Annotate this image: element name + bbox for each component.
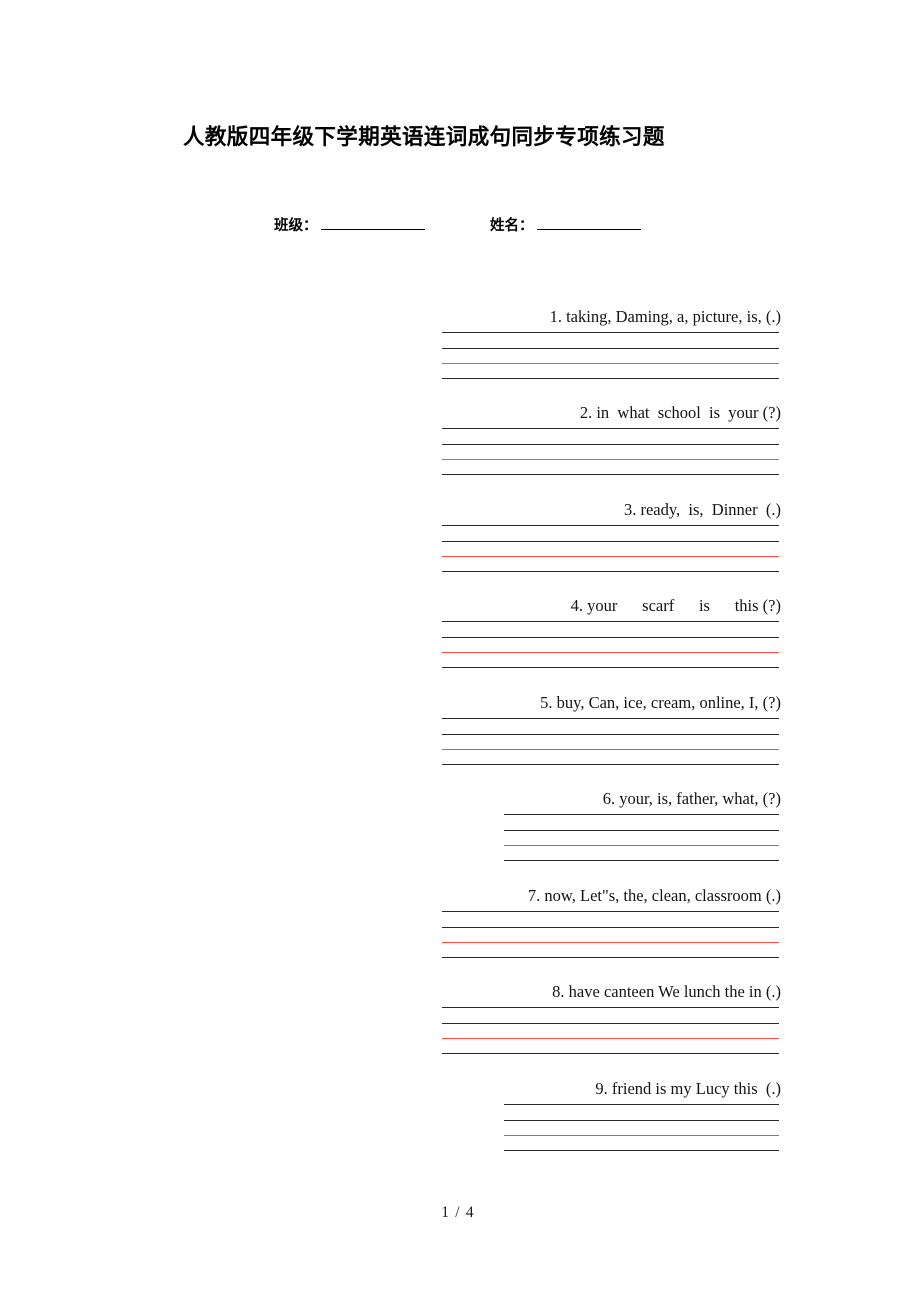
ruled-line-black: [442, 348, 779, 349]
ruled-line-black: [442, 428, 779, 429]
question-prompt: 7. now, Let"s, the, clean, classroom (.): [527, 886, 781, 905]
answer-writing-lines[interactable]: [442, 1007, 779, 1055]
ruled-line-black: [442, 474, 779, 475]
answer-writing-lines[interactable]: [442, 332, 779, 380]
answer-writing-lines[interactable]: [442, 621, 779, 669]
ruled-line-black: [504, 1104, 779, 1105]
ruled-line-red: [442, 942, 779, 943]
question-prompt: 3. ready, is, Dinner (.): [623, 500, 781, 519]
answer-writing-lines[interactable]: [442, 428, 779, 476]
ruled-line-black: [504, 814, 779, 815]
ruled-line-black: [442, 1023, 779, 1024]
ruled-line-black: [504, 1150, 779, 1151]
student-info-header: 班级： 姓名：: [274, 214, 794, 246]
question-prompt: 9. friend is my Lucy this (.): [595, 1079, 781, 1098]
ruled-line-red: [442, 1038, 779, 1039]
ruled-line-red: [442, 749, 779, 750]
ruled-line-black: [442, 621, 779, 622]
ruled-line-black: [442, 332, 779, 333]
answer-writing-lines[interactable]: [504, 1104, 779, 1152]
ruled-line-black: [504, 1120, 779, 1121]
ruled-line-black: [442, 764, 779, 765]
question-prompt: 6. your, is, father, what, (?): [602, 789, 781, 808]
question-prompt: 1. taking, Daming, a, picture, is, (.): [549, 307, 781, 326]
answer-writing-lines[interactable]: [442, 525, 779, 573]
ruled-line-black: [442, 734, 779, 735]
ruled-line-black: [442, 571, 779, 572]
page-footer: 1 / 4: [0, 1204, 920, 1222]
class-field: 班级：: [274, 214, 425, 237]
name-field: 姓名：: [490, 214, 641, 237]
ruled-line-black: [442, 378, 779, 379]
answer-writing-lines[interactable]: [504, 814, 779, 862]
question-prompt: 5. buy, Can, ice, cream, online, I, (?): [540, 693, 781, 712]
ruled-line-black: [442, 541, 779, 542]
class-field-input[interactable]: [320, 214, 425, 230]
ruled-line-black: [442, 667, 779, 668]
ruled-line-red: [504, 1135, 779, 1136]
ruled-line-black: [442, 444, 779, 445]
ruled-line-black: [442, 718, 779, 719]
name-field-label: 姓名：: [490, 218, 534, 234]
page-number: 1 / 4: [441, 1204, 475, 1221]
ruled-line-black: [442, 911, 779, 912]
ruled-line-red: [442, 363, 779, 364]
ruled-line-black: [442, 637, 779, 638]
answer-writing-lines[interactable]: [442, 911, 779, 959]
ruled-line-black: [442, 927, 779, 928]
question-prompt: 8. have canteen We lunch the in (.): [552, 982, 781, 1001]
ruled-line-red: [442, 459, 779, 460]
ruled-line-black: [442, 1007, 779, 1008]
ruled-line-black: [504, 860, 779, 861]
page-title: 人教版四年级下学期英语连词成句同步专项练习题: [183, 125, 665, 150]
ruled-line-black: [504, 830, 779, 831]
name-field-input[interactable]: [536, 214, 641, 230]
answer-writing-lines[interactable]: [442, 718, 779, 766]
ruled-line-black: [442, 525, 779, 526]
class-field-label: 班级：: [274, 218, 318, 234]
ruled-line-red: [504, 845, 779, 846]
question-prompt: 2. in what school is your (?): [579, 403, 781, 422]
worksheet-page: 人教版四年级下学期英语连词成句同步专项练习题 班级： 姓名： 1. taking…: [0, 0, 920, 1302]
ruled-line-black: [442, 1053, 779, 1054]
ruled-line-red: [442, 556, 779, 557]
ruled-line-red: [442, 652, 779, 653]
ruled-line-black: [442, 957, 779, 958]
question-prompt: 4. your scarf is this (?): [570, 596, 781, 615]
